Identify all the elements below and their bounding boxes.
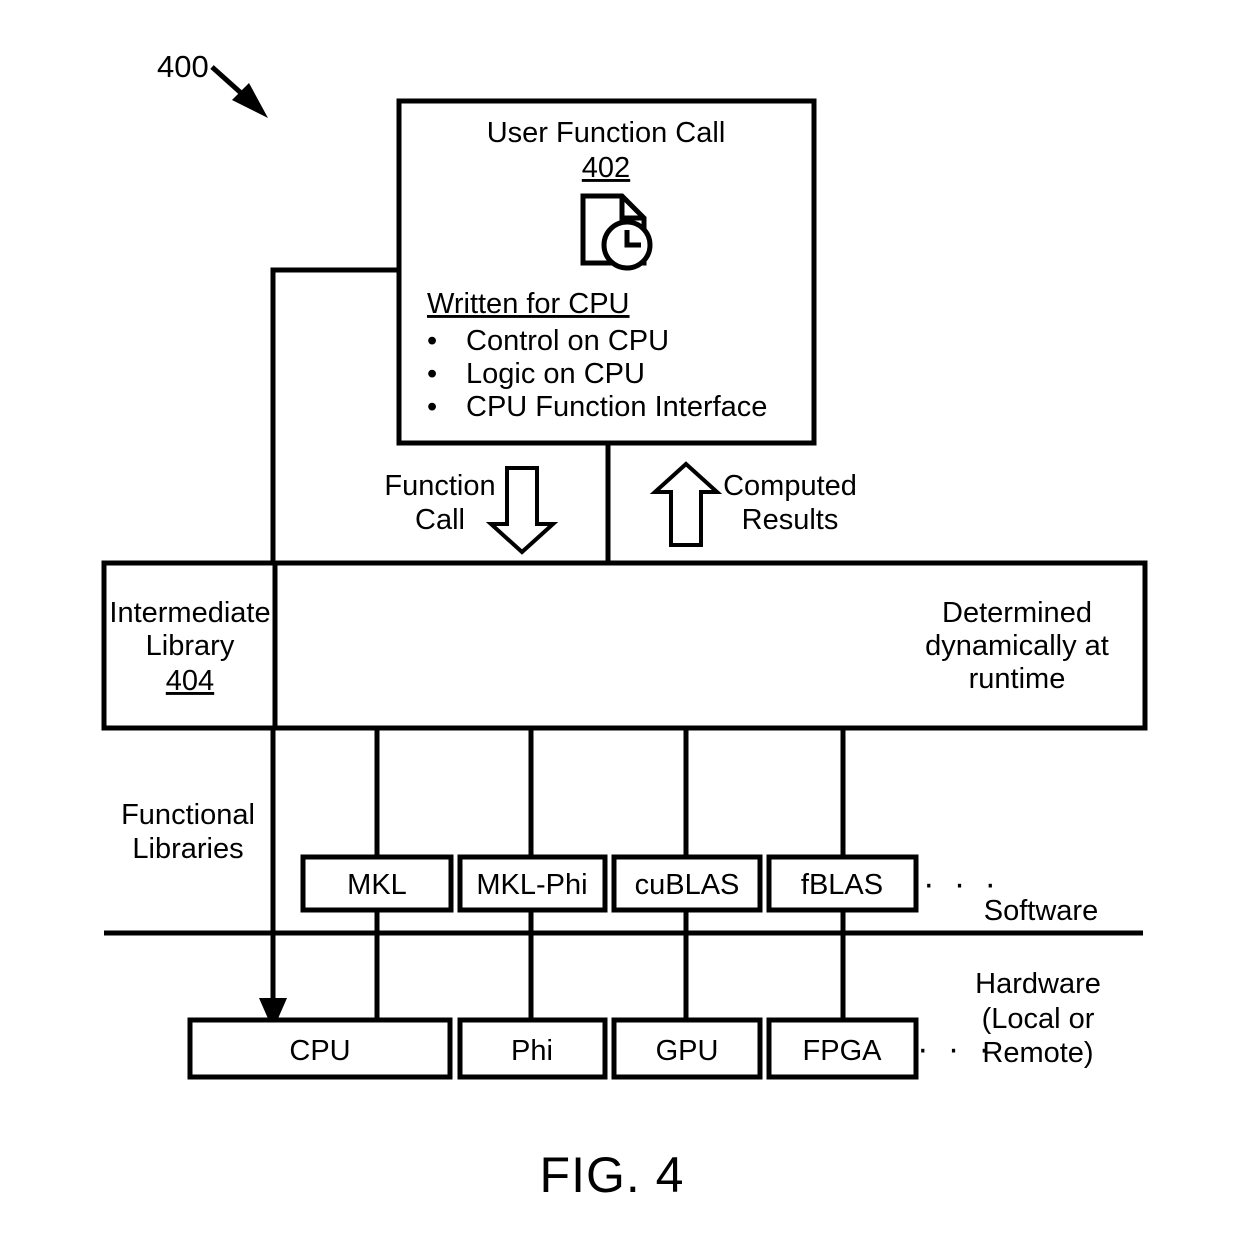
runtime-note-line2: dynamically at	[925, 630, 1109, 662]
intermediate-library-number: 404	[166, 665, 214, 697]
user-function-call-title: User Function Call	[487, 117, 726, 149]
software-layer-label: Software	[984, 895, 1098, 927]
bullet-label-0: Control on CPU	[466, 325, 669, 357]
reference-arrow-400	[210, 65, 268, 118]
functional-libraries-label-line1: Functional	[121, 799, 255, 831]
library-label-0: MKL	[347, 869, 407, 901]
hardware-label-1: Phi	[511, 1035, 553, 1067]
figure-canvas: 400 User Function Call 402 Written for C…	[0, 0, 1240, 1253]
bullet-label-1: Logic on CPU	[466, 358, 645, 390]
runtime-note-line1: Determined	[942, 597, 1092, 629]
computed-results-label-line1: Computed	[723, 470, 857, 502]
bullet-dot-0: •	[427, 325, 437, 357]
hollow-down-arrow	[485, 466, 559, 555]
connector-libs-to-hardware	[374, 910, 846, 1020]
function-call-label-line1: Function	[384, 470, 495, 502]
written-for-cpu-heading: Written for CPU	[427, 288, 630, 320]
diagram-svg: 400 User Function Call 402 Written for C…	[101, 49, 1148, 1203]
bullet-label-2: CPU Function Interface	[466, 391, 767, 423]
bullet-dot-2: •	[427, 391, 437, 423]
function-call-label-line2: Call	[415, 504, 465, 536]
library-label-1: MKL-Phi	[476, 869, 587, 901]
computed-results-label-line2: Results	[742, 504, 839, 536]
hardware-label-3: FPGA	[803, 1035, 883, 1067]
hardware-layer-label-line3: Remote)	[982, 1037, 1093, 1069]
runtime-note-line3: runtime	[969, 663, 1066, 695]
library-label-2: cuBLAS	[635, 869, 740, 901]
intermediate-library-label-line2: Library	[146, 630, 235, 662]
library-label-3: fBLAS	[801, 869, 883, 901]
hardware-label-2: GPU	[656, 1035, 719, 1067]
reference-numeral-400: 400	[157, 49, 209, 84]
bullet-dot-1: •	[427, 358, 437, 390]
hollow-up-arrow	[649, 461, 723, 547]
intermediate-library-label-line1: Intermediate	[109, 597, 270, 629]
functional-libraries-label-line2: Libraries	[132, 833, 243, 865]
figure-caption: FIG. 4	[540, 1147, 685, 1203]
hardware-layer-label-line1: Hardware	[975, 968, 1101, 1000]
hardware-label-0: CPU	[289, 1035, 350, 1067]
hardware-layer-label-line2: (Local or	[982, 1003, 1095, 1035]
user-function-call-number: 402	[582, 152, 630, 184]
